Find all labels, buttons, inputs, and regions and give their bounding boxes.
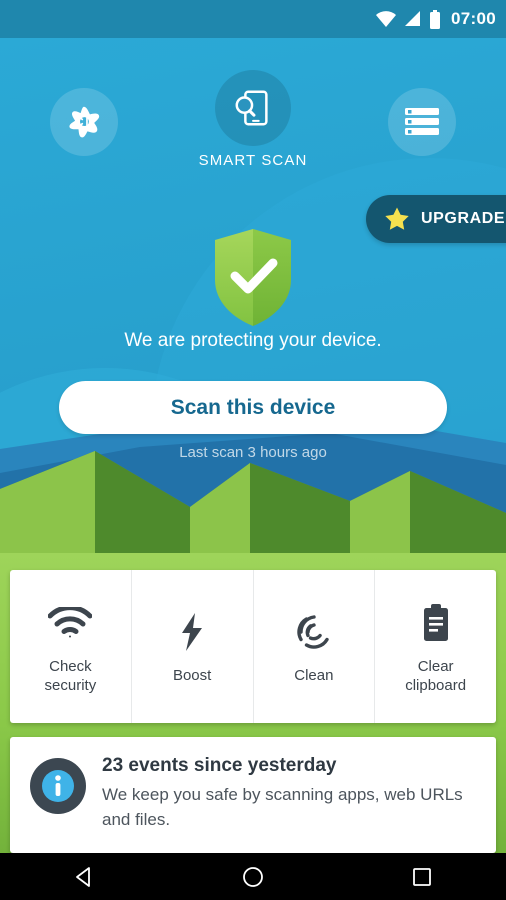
recents-square-icon: [412, 867, 431, 886]
top-icon-row: SMART SCAN: [0, 70, 506, 180]
android-nav-bar: [0, 853, 506, 900]
status-bar: 07:00: [0, 0, 506, 38]
last-scan-text: Last scan 3 hours ago: [179, 444, 327, 461]
events-body: We keep you safe by scanning apps, web U…: [102, 785, 463, 829]
battery-icon: [429, 9, 441, 29]
menu-list-button[interactable]: [388, 88, 456, 156]
action-label: Boost: [172, 667, 212, 684]
bolt-icon: [179, 613, 205, 651]
avast-logo-button[interactable]: [50, 88, 118, 156]
star-icon: [385, 207, 409, 230]
status-bar-clock: 07:00: [451, 9, 496, 28]
nav-home-button[interactable]: [208, 853, 298, 900]
avast-logo-icon: [69, 106, 100, 138]
action-clean[interactable]: Clean: [252, 570, 375, 723]
events-text-block: 23 events since yesterday We keep you sa…: [102, 755, 480, 832]
action-label: Clear clipboard: [405, 657, 467, 694]
smart-scan-button[interactable]: [215, 70, 291, 146]
upgrade-button[interactable]: UPGRADE: [366, 195, 506, 243]
action-clear-clipboard[interactable]: Clear clipboard: [374, 570, 496, 723]
action-label: Check security: [44, 657, 97, 694]
clipboard-icon: [421, 603, 451, 641]
wifi-icon: [375, 10, 397, 28]
nav-back-button[interactable]: [39, 853, 129, 900]
protection-shield: [0, 228, 506, 328]
smart-scan-icon: [235, 90, 268, 126]
events-headline: 23 events since yesterday: [102, 755, 337, 776]
wifi-icon: [48, 605, 93, 641]
protection-status-text: We are protecting your device.: [124, 330, 382, 351]
menu-list-icon: [405, 108, 439, 135]
quick-actions-card: Check security Boost Clean Clear clipboa…: [10, 570, 496, 723]
home-circle-icon: [243, 866, 263, 887]
smart-scan-label: SMART SCAN: [198, 152, 308, 169]
upgrade-label: UPGRADE: [421, 210, 506, 227]
scan-this-device-button[interactable]: Scan this device: [59, 381, 447, 434]
info-icon: [30, 758, 86, 819]
events-card[interactable]: 23 events since yesterday We keep you sa…: [10, 737, 496, 853]
clean-swirl-icon: [294, 614, 334, 650]
app-screen: 07:00 SMART SCAN UPGRADE We are protecti…: [0, 0, 506, 900]
action-boost[interactable]: Boost: [130, 570, 253, 723]
action-check-security[interactable]: Check security: [10, 570, 131, 723]
shield-check-icon: [215, 229, 291, 326]
back-triangle-icon: [76, 866, 91, 887]
action-label: Clean: [294, 667, 334, 684]
nav-recents-button[interactable]: [377, 853, 467, 900]
signal-icon: [404, 10, 422, 28]
